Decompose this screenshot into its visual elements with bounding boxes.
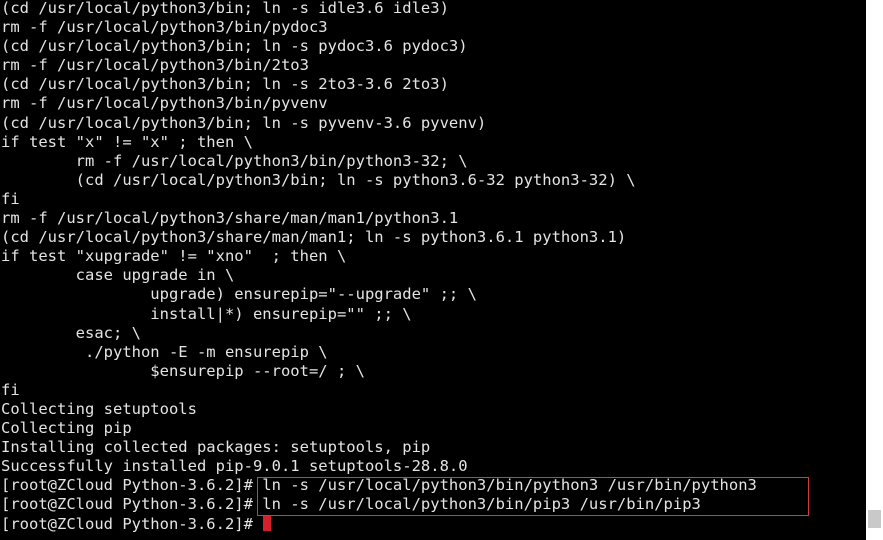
scrollbar-thumb[interactable] <box>868 510 881 528</box>
terminal-line: rm -f /usr/local/python3/share/man/man1/… <box>1 209 459 228</box>
terminal-line: if test "x" != "x" ; then \ <box>1 132 253 151</box>
terminal-line: fi <box>1 380 20 399</box>
terminal-window[interactable]: (cd /usr/local/python3/bin; ln -s idle3.… <box>0 0 866 540</box>
terminal-line: rm -f /usr/local/python3/bin/2to3 <box>1 56 309 75</box>
terminal-line: (cd /usr/local/python3/bin; ln -s 2to3-3… <box>1 75 449 94</box>
shell-prompt: [root@ZCloud Python-3.6.2]# <box>1 514 263 533</box>
terminal-line: upgrade) ensurepip="--upgrade" ;; \ <box>1 285 477 304</box>
terminal-line: rm -f /usr/local/python3/bin/pydoc3 <box>1 18 328 37</box>
terminal-line: Successfully installed pip-9.0.1 setupto… <box>1 457 468 476</box>
terminal-line: (cd /usr/local/python3/bin; ln -s pyvenv… <box>1 113 487 132</box>
terminal-line: (cd /usr/local/python3/bin; ln -s python… <box>1 170 636 189</box>
terminal-line: $ensurepip --root=/ ; \ <box>1 361 365 380</box>
terminal-line: (cd /usr/local/python3/share/man/man1; l… <box>1 228 627 247</box>
terminal-line: rm -f /usr/local/python3/bin/python3-32;… <box>1 151 468 170</box>
terminal-line: esac; \ <box>1 323 141 342</box>
terminal-line: (cd /usr/local/python3/bin; ln -s idle3.… <box>1 0 449 17</box>
vertical-scrollbar[interactable] <box>866 0 883 540</box>
terminal-line: [root@ZCloud Python-3.6.2]# ln -s /usr/l… <box>1 495 701 514</box>
terminal-line: case upgrade in \ <box>1 266 235 285</box>
terminal-line: ./python -E -m ensurepip \ <box>1 342 328 361</box>
terminal-line: Collecting setuptools <box>1 399 197 418</box>
terminal-line: if test "xupgrade" != "xno" ; then \ <box>1 247 347 266</box>
terminal-line: fi <box>1 189 20 208</box>
text-cursor <box>263 515 272 531</box>
terminal-prompt-line[interactable]: [root@ZCloud Python-3.6.2]# <box>1 515 757 534</box>
terminal-line: install|*) ensurepip="" ;; \ <box>1 304 412 323</box>
terminal-line: (cd /usr/local/python3/bin; ln -s pydoc3… <box>1 37 468 56</box>
terminal-line: [root@ZCloud Python-3.6.2]# ln -s /usr/l… <box>1 476 757 495</box>
terminal-output: (cd /usr/local/python3/bin; ln -s idle3.… <box>1 0 757 534</box>
terminal-line: Collecting pip <box>1 419 132 438</box>
terminal-line: rm -f /usr/local/python3/bin/pyvenv <box>1 94 328 113</box>
terminal-line: Installing collected packages: setuptool… <box>1 438 431 457</box>
